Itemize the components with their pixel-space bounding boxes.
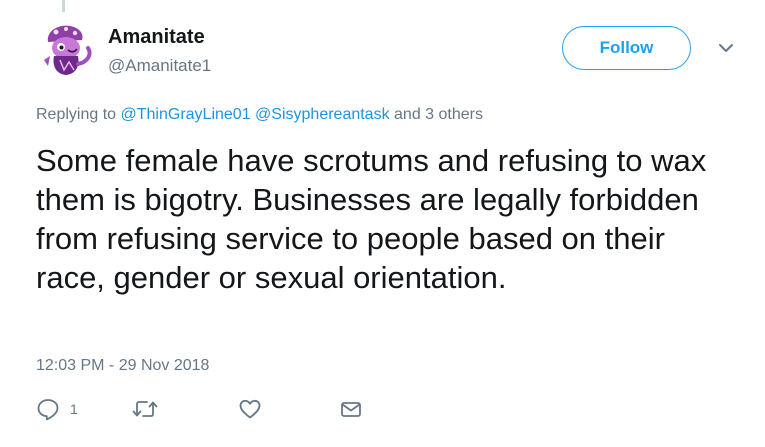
reply-count: 1 (70, 401, 78, 417)
tweet-text: Some female have scrotums and refusing t… (36, 143, 707, 295)
tweet-card: Amanitate @Amanitate1 Follow Replying to… (0, 0, 765, 447)
retweet-button[interactable] (132, 396, 158, 422)
envelope-icon (341, 402, 361, 417)
direct-message-button[interactable] (340, 396, 362, 422)
avatar[interactable] (36, 20, 96, 80)
display-name[interactable]: Amanitate (108, 26, 205, 49)
replying-to-label: Replying to (36, 106, 117, 123)
user-handle[interactable]: @Amanitate1 (108, 56, 211, 76)
thread-connector-line (62, 0, 65, 12)
like-button[interactable] (238, 396, 262, 422)
chevron-down-icon (719, 44, 733, 52)
reply-icon (37, 399, 59, 421)
purple-creature-avatar-icon (36, 20, 96, 80)
tweet-actions: 1 (36, 396, 376, 422)
others-label[interactable]: and 3 others (394, 106, 483, 123)
tweet-timestamp[interactable]: 12:03 PM - 29 Nov 2018 (36, 357, 209, 375)
reply-button[interactable]: 1 (36, 396, 78, 422)
mention-link-1[interactable]: @ThinGrayLine01 (121, 106, 251, 123)
mention-link-2[interactable]: @Sisyphereantask (255, 106, 390, 123)
retweet-icon (132, 401, 158, 417)
follow-button[interactable]: Follow (562, 26, 691, 70)
heart-icon (239, 399, 261, 419)
reply-context: Replying to @ThinGrayLine01 @Sisypherean… (36, 106, 483, 124)
more-options-button[interactable] (716, 40, 736, 56)
